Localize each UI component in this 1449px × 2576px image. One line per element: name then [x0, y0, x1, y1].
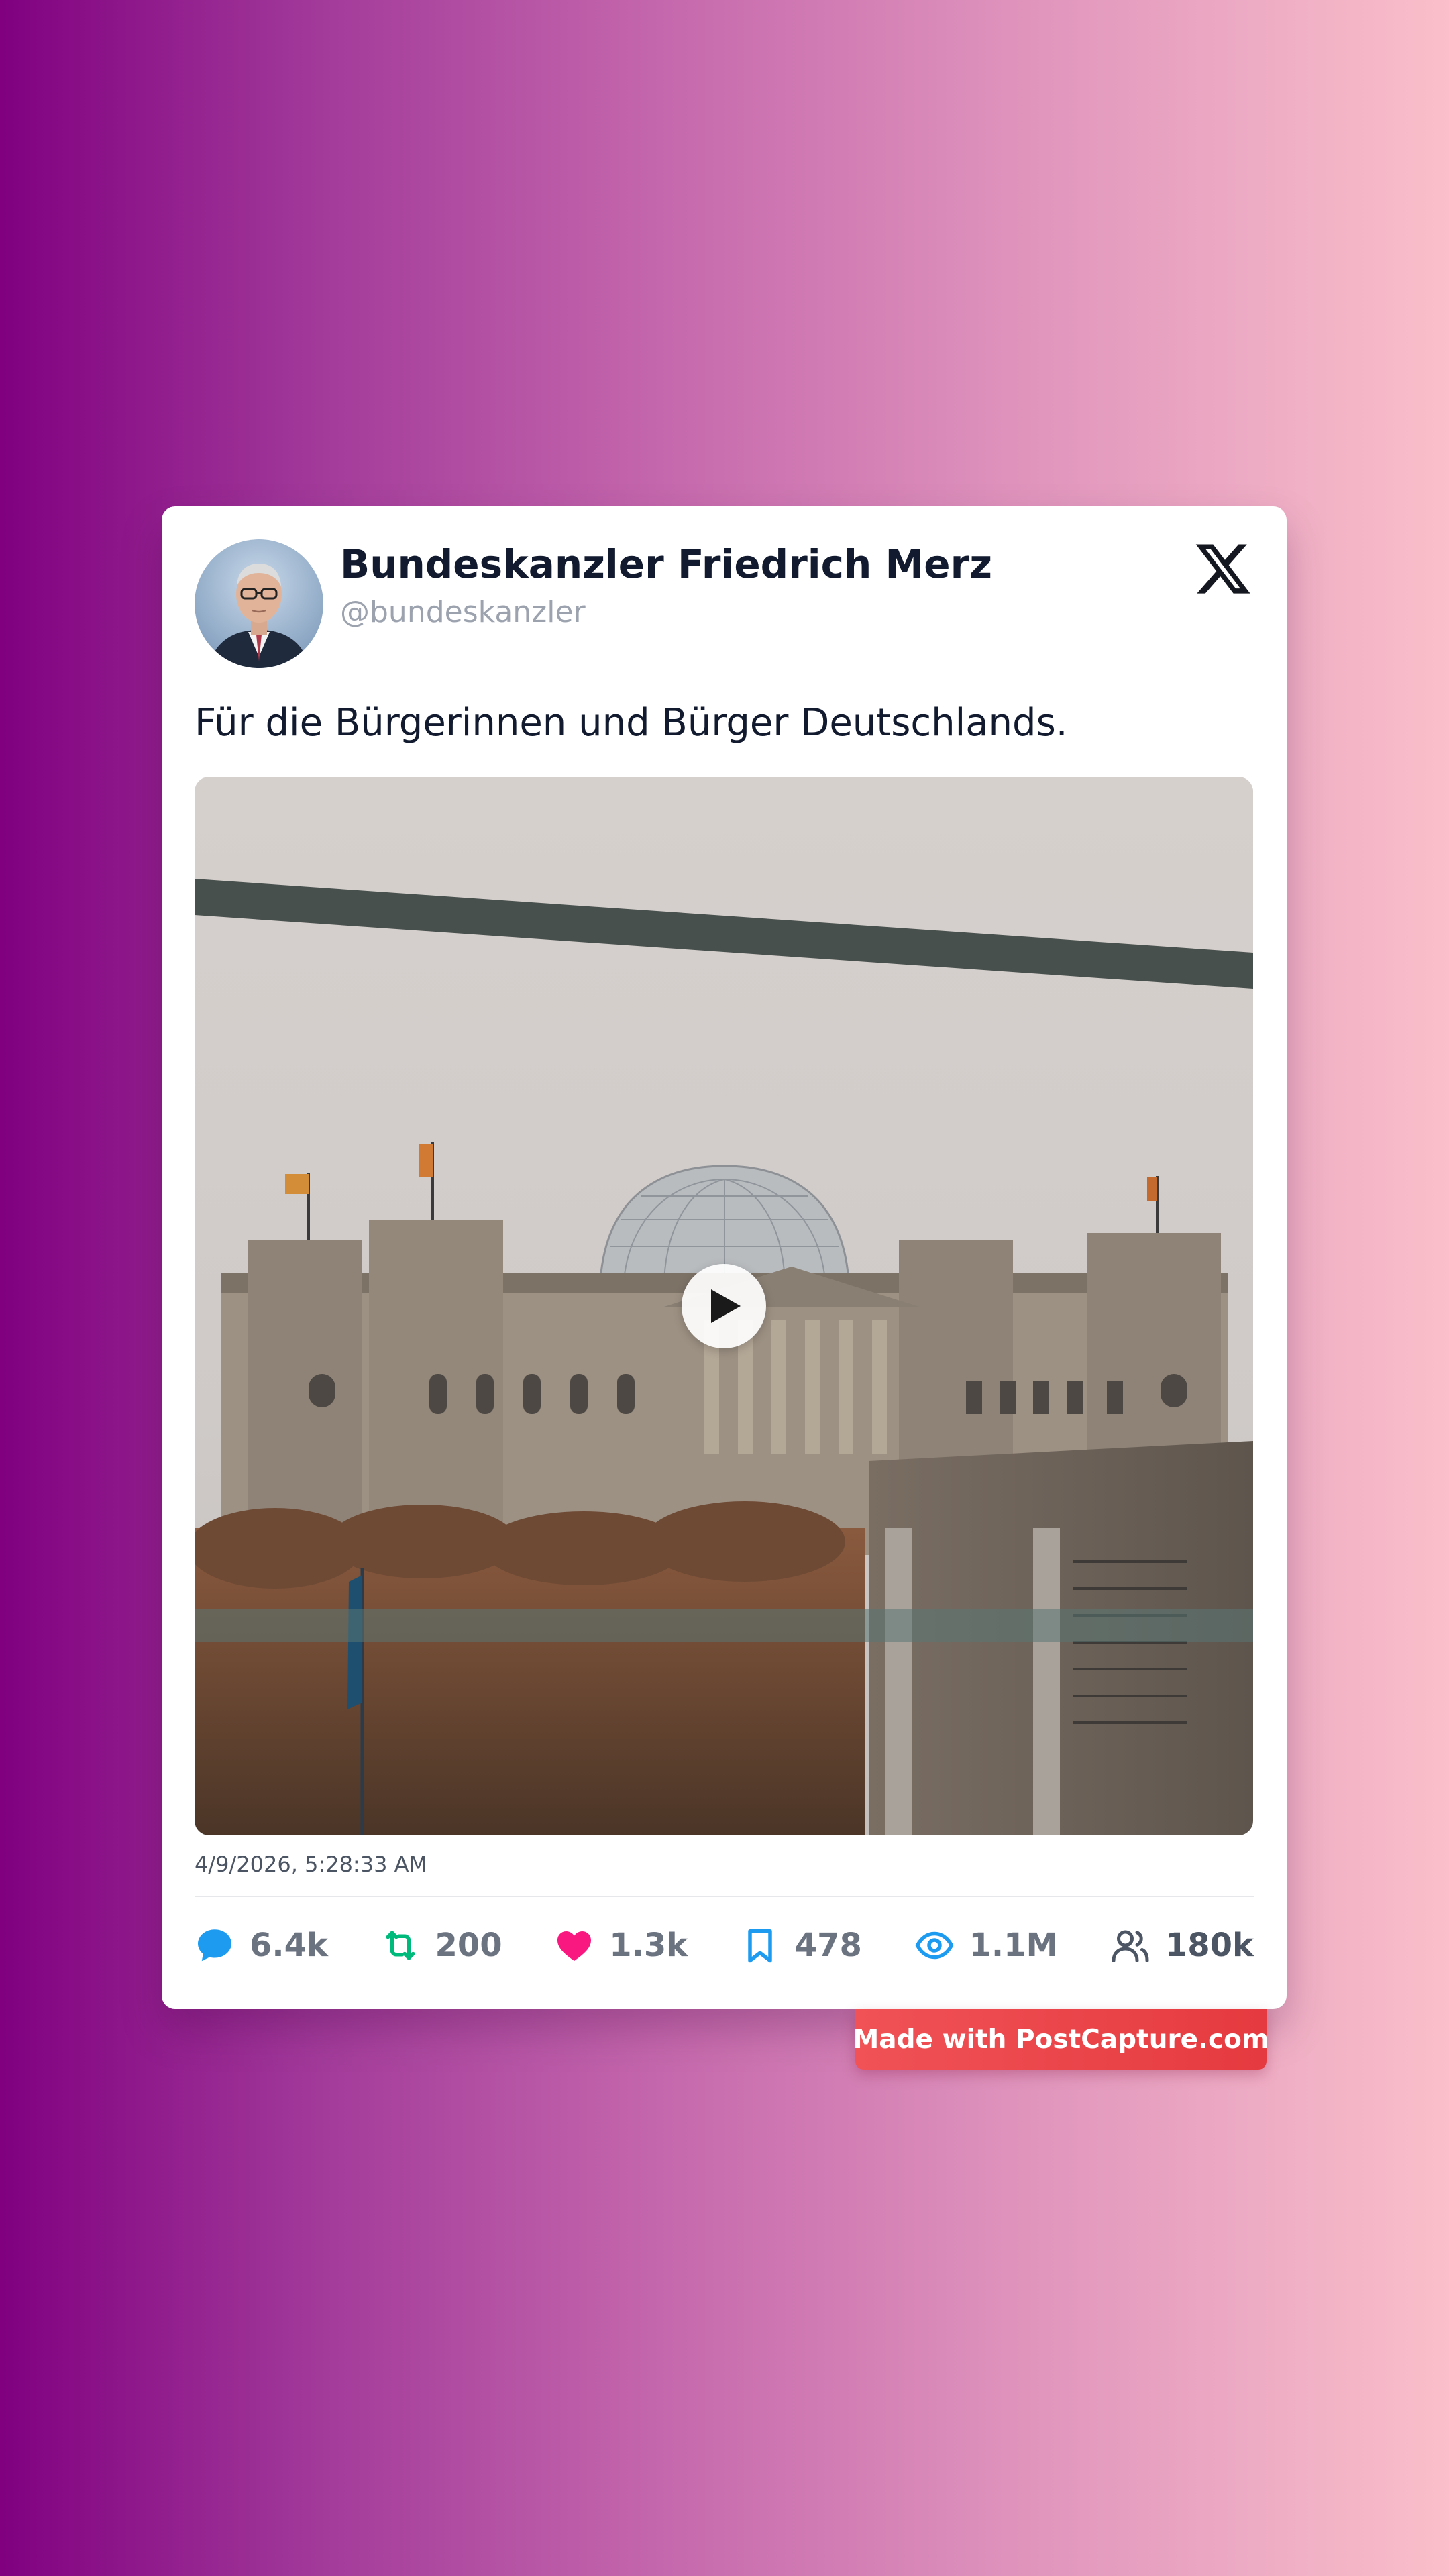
stat-followers-value: 180k [1165, 1927, 1254, 1964]
avatar[interactable] [195, 539, 323, 668]
tweet-text: Für die Bürgerinnen und Bürger Deutschla… [195, 701, 1068, 745]
stat-replies-value: 6.4k [250, 1927, 328, 1964]
stat-likes-value: 1.3k [609, 1927, 688, 1964]
stat-views-value: 1.1M [969, 1927, 1059, 1964]
stat-retweets[interactable]: 200 [380, 1925, 502, 1966]
retweet-icon [386, 1931, 415, 1960]
stat-bookmarks-value: 478 [794, 1927, 862, 1964]
stats-bar: 6.4k 200 1.3k 478 1.1M 180k [195, 1915, 1254, 1976]
avatar-image [195, 539, 323, 668]
play-button[interactable] [682, 1264, 766, 1348]
x-logo-icon[interactable] [1193, 539, 1253, 599]
stat-replies[interactable]: 6.4k [195, 1925, 328, 1966]
tweet-video[interactable] [195, 777, 1253, 1835]
stat-views[interactable]: 1.1M [914, 1925, 1059, 1966]
tweet-timestamp: 4/9/2026, 5:28:33 AM [195, 1851, 428, 1877]
heart-icon [557, 1931, 592, 1961]
views-icon [915, 1931, 953, 1960]
reply-icon [198, 1929, 231, 1962]
bookmark-icon [748, 1929, 772, 1963]
watermark-badge[interactable]: Made with PostCapture.com [853, 2009, 1269, 2070]
stat-followers[interactable]: 180k [1110, 1925, 1254, 1966]
tweet-card: Bundeskanzler Friedrich Merz @bundeskanz… [162, 506, 1287, 2009]
author-handle[interactable]: @bundeskanzler [340, 595, 586, 629]
author-name[interactable]: Bundeskanzler Friedrich Merz [340, 541, 992, 587]
stat-bookmarks[interactable]: 478 [740, 1925, 862, 1966]
stat-likes[interactable]: 1.3k [554, 1925, 688, 1966]
play-icon [711, 1289, 741, 1323]
stat-retweets-value: 200 [435, 1927, 502, 1964]
divider [195, 1896, 1254, 1897]
followers-icon [1112, 1930, 1149, 1962]
